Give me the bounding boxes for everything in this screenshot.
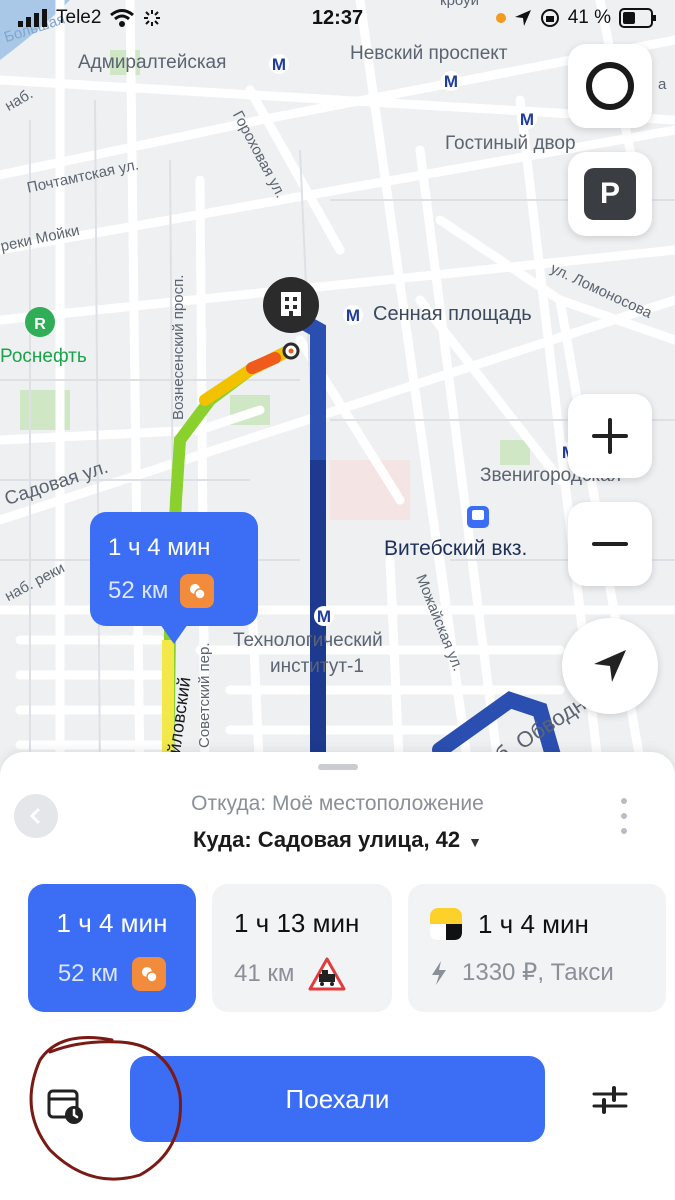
map-label-tekhnolog-2: институт-1 — [270, 656, 364, 677]
dot-icon — [621, 828, 627, 834]
route-option-2[interactable]: 1 ч 13 мин 41 км — [212, 884, 392, 1012]
map-label-rosneft: Роснефть — [0, 346, 87, 367]
parking-button[interactable]: P — [568, 152, 652, 236]
alice-button[interactable] — [568, 44, 652, 128]
carrier-name: Tele2 — [56, 7, 102, 28]
bubble-tail — [160, 624, 188, 644]
option-detail: 41 км — [234, 960, 295, 987]
option-time: 1 ч 13 мин — [234, 908, 360, 938]
zoom-out-button[interactable] — [568, 502, 652, 586]
lightning-icon — [432, 960, 446, 985]
svg-text:M: M — [520, 110, 534, 129]
zoom-in-button[interactable] — [568, 394, 652, 478]
clock: 12:37 — [311, 6, 364, 29]
toll-road-icon — [180, 574, 215, 608]
map-label-tekhnolog-1: Технологический — [233, 630, 383, 651]
map-label-nevsky: Невский проспект — [350, 43, 508, 64]
route-settings-button[interactable] — [586, 1076, 634, 1124]
route-from[interactable]: Откуда: Моё местоположение — [0, 792, 675, 816]
svg-text:R: R — [34, 316, 46, 333]
route-to-label: Куда: Садовая улица, 42 — [193, 827, 461, 852]
metro-icon: M — [269, 54, 289, 74]
bubble-time: 1 ч 4 мин — [108, 534, 211, 561]
toll-road-icon — [132, 957, 167, 991]
location-services-icon — [514, 10, 531, 26]
dot-icon — [621, 813, 627, 819]
parking-icon: P — [584, 168, 636, 220]
metro-icon: M — [343, 305, 363, 325]
map-label-voznesensky: Вознесенский просп. — [170, 274, 187, 420]
calendar-clock-icon — [47, 1089, 83, 1124]
svg-text:M: M — [346, 306, 360, 325]
minus-icon — [592, 542, 628, 546]
taxi-icon — [430, 908, 462, 940]
metro-icon: M — [441, 71, 461, 91]
rotation-lock-icon — [540, 9, 559, 27]
go-button[interactable]: Поехали — [130, 1056, 545, 1142]
map-label-a: а — [658, 76, 667, 93]
metro-icon: M — [314, 606, 334, 626]
svg-text:M: M — [317, 607, 331, 626]
option-time: 1 ч 4 мин — [478, 908, 589, 939]
my-location-button[interactable] — [562, 618, 658, 714]
triangle-down-icon: ▼ — [468, 834, 482, 850]
route-option-taxi[interactable]: 1 ч 4 мин 1330 ₽, Такси — [408, 884, 666, 1012]
activity-icon — [144, 10, 161, 26]
sliders-icon — [592, 1086, 628, 1114]
metro-icon: M — [517, 109, 537, 129]
railway-crossing-icon — [308, 957, 346, 991]
plus-icon — [592, 418, 628, 454]
battery-percent: 41 % — [567, 7, 611, 28]
signal-icon — [18, 9, 47, 27]
location-arrow-icon — [594, 650, 626, 682]
route-option-1[interactable]: 1 ч 4 мин 52 км — [28, 884, 196, 1012]
wifi-icon — [110, 9, 135, 27]
map-label-gostiny-dvor: Гостиный двор — [445, 133, 576, 154]
bubble-distance: 52 км — [108, 577, 169, 604]
alice-icon — [586, 62, 634, 110]
option-detail: 1330 ₽, Такси — [462, 959, 614, 986]
battery-icon — [619, 8, 656, 28]
map-view[interactable]: R M M M M M M Адмиралтейская Невский про… — [0, 0, 675, 780]
recording-dot-icon — [495, 13, 506, 23]
svg-text:M: M — [272, 55, 286, 74]
map-label-sovetsky: Советский пер. — [196, 642, 213, 748]
route-sheet: Откуда: Моё местоположение Куда: Садовая… — [0, 752, 675, 1200]
status-bar: Tele2 12:37 41 % — [0, 0, 675, 36]
schedule-button[interactable] — [36, 1076, 96, 1136]
svg-text:M: M — [444, 72, 458, 91]
dot-icon — [621, 798, 627, 804]
map-label-vitebsky: Витебский вкз. — [384, 537, 528, 560]
sheet-grabber[interactable] — [318, 764, 358, 770]
map-label-admiralteyskaya: Адмиралтейская — [78, 52, 227, 73]
option-detail: 52 км — [57, 960, 119, 987]
more-button[interactable] — [614, 798, 634, 834]
map-label-sennaya: Сенная площадь — [373, 303, 532, 325]
route-to[interactable]: Куда: Садовая улица, 42 ▼ — [0, 827, 675, 853]
route-bubble[interactable]: 1 ч 4 мин 52 км — [90, 512, 258, 644]
option-time: 1 ч 4 мин — [56, 908, 168, 938]
